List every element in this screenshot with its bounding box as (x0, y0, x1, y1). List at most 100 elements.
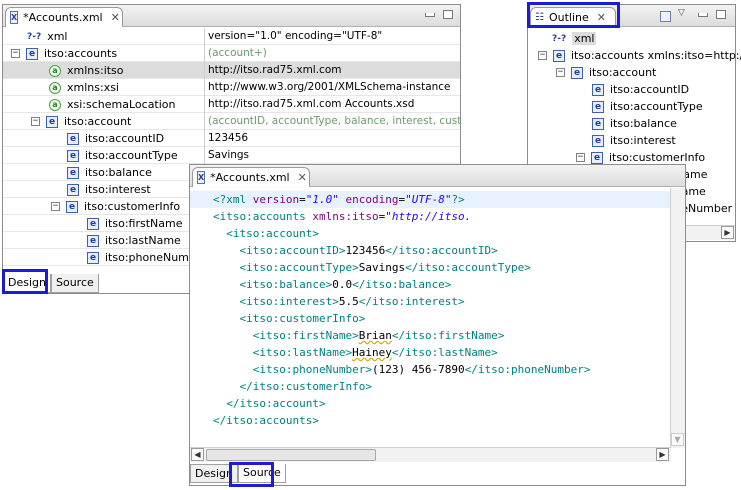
element-icon: e (87, 251, 99, 264)
source-token: Savings (358, 261, 406, 274)
design-row-value-cell[interactable]: Savings (208, 147, 460, 164)
minimize-icon[interactable] (425, 13, 435, 17)
element-icon: e (67, 132, 79, 145)
source-token: </itso:accountID> (385, 244, 498, 257)
source-line[interactable]: <itso:phoneNumber>(123) 456-7890</itso:p… (190, 361, 685, 378)
outline-item[interactable]: e itso:balance (592, 115, 677, 132)
scroll-right-icon[interactable]: ▶ (721, 226, 734, 239)
maximize-icon[interactable] (443, 10, 453, 19)
outline-tab-callout (527, 2, 620, 28)
source-line[interactable]: <itso:customerInfo> (190, 310, 685, 327)
xml-source-text-area[interactable]: <?xml version="1.0" encoding="UTF-8"?> <i… (190, 188, 685, 427)
source-tab-callout (229, 462, 274, 487)
source-token: <itso:accountType> (213, 261, 359, 274)
outline-item[interactable]: e itso:accountID (592, 81, 689, 98)
tab-accounts-xml-source[interactable]: X *Accounts.xml ✕ (192, 167, 310, 187)
design-row-label: itso:accountID (85, 132, 165, 145)
design-row[interactable]: a xmlns:itso http://itso.rad75.xml.com (3, 62, 460, 79)
scroll-right-icon[interactable]: ▶ (656, 448, 669, 461)
design-row[interactable]: e itso:accountID 123456 (3, 130, 460, 147)
source-token: <itso:firstName> (213, 329, 359, 342)
element-icon: e (67, 149, 79, 162)
source-token: </itso:lastName> (391, 346, 498, 359)
outline-item[interactable]: e itso:interest (592, 132, 676, 149)
source-line[interactable]: <itso:lastName>Hainey</itso:lastName> (190, 344, 685, 361)
design-row-name-cell: e itso:lastName (87, 232, 181, 249)
scroll-down-icon[interactable]: ▼ (671, 433, 684, 446)
design-row-value-cell[interactable]: http://www.w3.org/2001/XMLSchema-instanc… (208, 79, 460, 96)
collapse-toggle-icon[interactable]: − (51, 202, 60, 211)
design-row[interactable]: − e itso:accounts (account+) (3, 45, 460, 62)
source-line[interactable]: </itso:account> (190, 395, 685, 412)
design-row[interactable]: a xsi:schemaLocation http://itso.rad75.xml… (3, 96, 460, 113)
source-line[interactable]: <?xml version="1.0" encoding="UTF-8"?> (190, 191, 685, 208)
design-row-value-cell[interactable]: http://itso.rad75.xml.com (208, 62, 460, 79)
outline-item[interactable]: − e itso:account (556, 64, 656, 81)
source-editor-panel: X *Accounts.xml ✕ <?xml version="1.0" en… (189, 164, 686, 486)
tab-title: *Accounts.xml (23, 11, 103, 24)
source-token: 0.0 (332, 278, 353, 291)
outline-item-label: itso:account (589, 66, 657, 79)
scroll-left-icon[interactable]: ◀ (191, 448, 204, 461)
source-token: <itso:interest> (213, 295, 339, 308)
design-row[interactable]: a xmlns:xsi http://www.w3.org/2001/XMLSche… (3, 79, 460, 96)
source-vertical-scrollbar[interactable]: ▼ (670, 188, 685, 448)
source-token: </itso:balance> (352, 278, 452, 291)
element-icon: e (26, 47, 38, 60)
source-horizontal-scrollbar[interactable]: ◀ ▶ (190, 447, 671, 462)
source-line[interactable]: <itso:interest>5.5</itso:interest> (190, 293, 685, 310)
view-menu-icon[interactable]: ▽ (678, 8, 685, 18)
design-row[interactable]: e itso:accountType Savings (3, 147, 460, 164)
element-icon: e (592, 83, 604, 96)
element-icon: e (553, 49, 565, 62)
design-row-label: xml (47, 30, 68, 43)
source-token: Hainey (352, 346, 392, 359)
collapse-toggle-icon[interactable]: − (538, 51, 547, 60)
collapse-toggle-icon[interactable]: − (31, 117, 40, 126)
source-token: <itso:phoneNumber> (213, 363, 372, 376)
outline-item[interactable]: e itso:accountType (592, 98, 703, 115)
design-row-name-cell: a xsi:schemaLocation (49, 96, 176, 113)
tab-accounts-xml-design[interactable]: X *Accounts.xml ✕ (5, 7, 123, 27)
outline-item-label: itso:interest (610, 134, 676, 147)
minimize-icon[interactable] (698, 13, 708, 17)
design-row-value-cell[interactable]: (accountID, accountType, balance, intere… (208, 113, 460, 130)
attribute-icon: a (49, 81, 61, 94)
design-row[interactable]: ?-? xml version="1.0" encoding="UTF-8" (3, 28, 460, 45)
collapse-toggle-icon[interactable]: − (576, 153, 585, 162)
source-line[interactable]: <itso:account> (190, 225, 685, 242)
close-icon[interactable]: ✕ (111, 11, 120, 24)
source-token: 5.5 (338, 295, 359, 308)
collapse-toggle-icon[interactable]: − (11, 49, 20, 58)
source-line[interactable]: <itso:accounts xmlns:itso="http://itso. (190, 208, 685, 225)
source-token: xmlns:itso (312, 210, 379, 223)
outline-item[interactable]: ?-? xml (552, 30, 597, 47)
tab-source[interactable]: Source (50, 274, 99, 293)
design-row-value-cell[interactable]: (account+) (208, 45, 460, 62)
source-token: <itso:accountID> (213, 244, 346, 257)
design-row[interactable]: − e itso:account (accountID, accountType, b… (3, 113, 460, 130)
close-icon[interactable]: ✕ (298, 171, 307, 184)
source-line[interactable]: </itso:accounts> (190, 412, 685, 429)
scroll-thumb[interactable] (206, 449, 376, 461)
design-row-label: itso:lastName (105, 234, 181, 247)
collapse-all-icon[interactable] (660, 11, 671, 22)
source-token: <itso:lastName> (213, 346, 353, 359)
design-row-value-cell[interactable]: http://itso.rad75.xml.com Accounts.xsd (208, 96, 460, 113)
source-line[interactable]: <itso:firstName>Brian</itso:firstName> (190, 327, 685, 344)
design-row-label: itso:interest (85, 183, 151, 196)
outline-item[interactable]: − e itso:accounts xmlns:itso=http://it (538, 47, 741, 64)
maximize-icon[interactable] (716, 10, 726, 19)
outline-item-label: xml (572, 32, 597, 45)
source-line[interactable]: <itso:accountType>Savings</itso:accountT… (190, 259, 685, 276)
design-row-label: itso:customerInfo (84, 200, 181, 213)
source-line[interactable]: <itso:balance>0.0</itso:balance> (190, 276, 685, 293)
design-row-value-cell[interactable]: version="1.0" encoding="UTF-8" (208, 28, 460, 45)
source-line[interactable]: </itso:customerInfo> (190, 378, 685, 395)
design-row-value-cell[interactable]: 123456 (208, 130, 460, 147)
collapse-toggle-icon[interactable]: − (556, 68, 565, 77)
source-line[interactable]: <itso:accountID>123456</itso:accountID> (190, 242, 685, 259)
source-token: <itso:accounts (213, 210, 313, 223)
source-token: = (299, 193, 306, 206)
source-token: </itso:customerInfo> (213, 380, 372, 393)
